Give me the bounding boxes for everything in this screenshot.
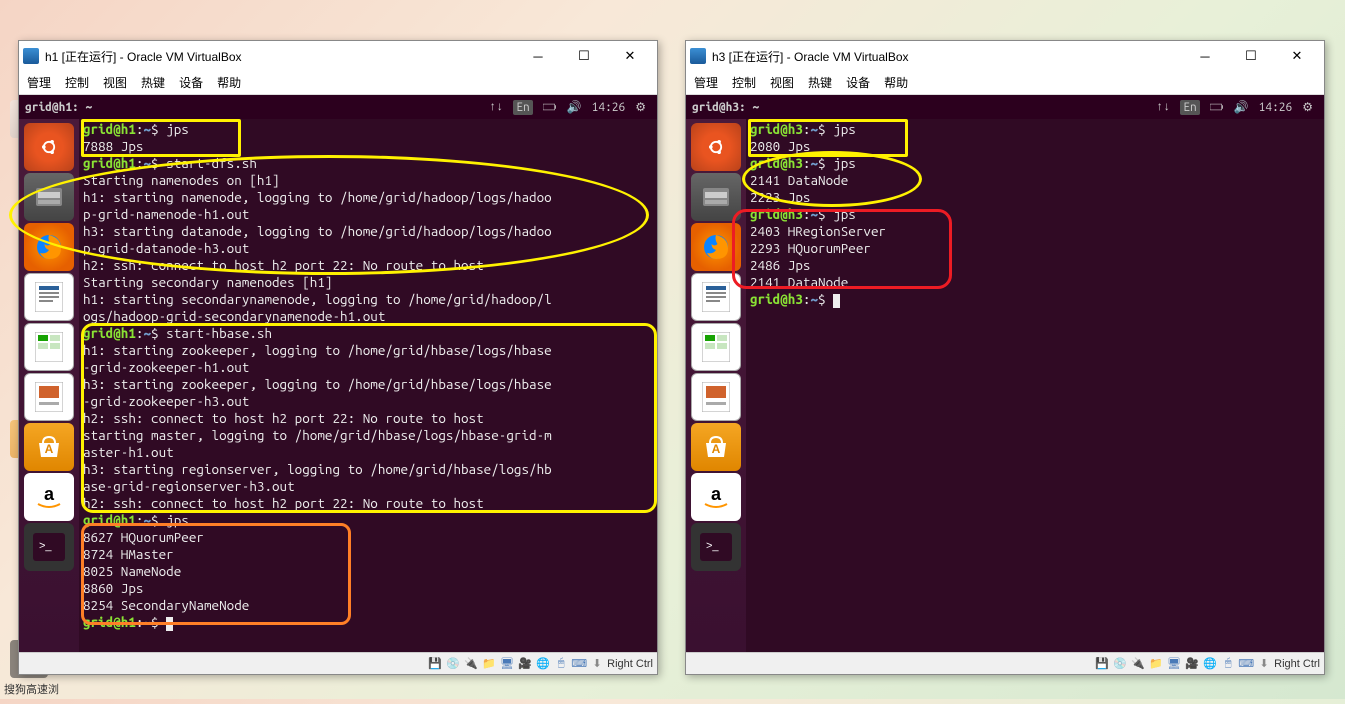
svg-text:>_: >_ xyxy=(39,540,52,552)
status-mouse-icon[interactable]: 🖱 xyxy=(553,656,569,672)
minimize-button[interactable]: ─ xyxy=(1182,42,1228,70)
gear-icon[interactable]: ⚙ xyxy=(1302,100,1313,114)
status-shared-icon[interactable]: 📁 xyxy=(1148,656,1164,672)
host-key-label: Right Ctrl xyxy=(607,658,653,670)
lang-indicator[interactable]: En xyxy=(513,100,532,115)
software-center-button[interactable]: A xyxy=(691,423,741,471)
writer-button[interactable] xyxy=(691,273,741,321)
window-title: h3 [正在运行] - Oracle VM VirtualBox xyxy=(712,48,1182,65)
status-cd-icon[interactable]: 💿 xyxy=(1112,656,1128,672)
host-key-label: Right Ctrl xyxy=(1274,658,1320,670)
svg-text:a: a xyxy=(44,484,55,504)
svg-text:a: a xyxy=(711,484,722,504)
vbox-icon xyxy=(690,48,706,64)
status-key-icon[interactable]: ⌨ xyxy=(1238,656,1254,672)
close-button[interactable]: ✕ xyxy=(607,42,653,70)
status-display-icon[interactable]: 🖥 xyxy=(499,656,515,672)
writer-button[interactable] xyxy=(24,273,74,321)
svg-text:>_: >_ xyxy=(706,540,719,552)
vm-window-h3: h3 [正在运行] - Oracle VM VirtualBox ─ ☐ ✕ 管… xyxy=(685,40,1325,675)
dash-button[interactable] xyxy=(24,123,74,171)
status-usb-icon[interactable]: 🔌 xyxy=(463,656,479,672)
menu-view[interactable]: 视图 xyxy=(770,74,794,91)
menu-control[interactable]: 控制 xyxy=(65,74,89,91)
files-button[interactable] xyxy=(691,173,741,221)
maximize-button[interactable]: ☐ xyxy=(561,42,607,70)
lang-indicator[interactable]: En xyxy=(1180,100,1199,115)
status-disk-icon[interactable]: 💾 xyxy=(1094,656,1110,672)
impress-button[interactable] xyxy=(24,373,74,421)
network-icon[interactable]: ↑↓ xyxy=(1156,100,1170,114)
terminal-h3[interactable]: grid@h3:~$ jps 2080 Jps grid@h3:~$ jps 2… xyxy=(746,119,1324,652)
status-key-icon[interactable]: ⌨ xyxy=(571,656,587,672)
terminal-button[interactable]: >_ xyxy=(691,523,741,571)
ubuntu-title: grid@h3: ~ xyxy=(692,101,1151,114)
menu-control[interactable]: 控制 xyxy=(732,74,756,91)
menu-manage[interactable]: 管理 xyxy=(27,74,51,91)
vm-menubar-h1: 管理 控制 视图 热键 设备 帮助 xyxy=(19,71,657,95)
clock[interactable]: 14:26 xyxy=(1259,101,1293,114)
vm-content-h1: grid@h1: ~ ↑↓ En 🔊 14:26 ⚙ A a >_ grid@h… xyxy=(19,95,657,652)
status-arrow-icon[interactable]: ⬇ xyxy=(589,656,605,672)
status-arrow-icon[interactable]: ⬇ xyxy=(1256,656,1272,672)
status-shared-icon[interactable]: 📁 xyxy=(481,656,497,672)
terminal-button[interactable]: >_ xyxy=(24,523,74,571)
ubuntu-topbar-h3[interactable]: grid@h3: ~ ↑↓ En 🔊 14:26 ⚙ xyxy=(686,95,1324,119)
battery-icon[interactable] xyxy=(1210,100,1224,114)
vm-statusbar-h3: 💾 💿 🔌 📁 🖥 🎥 🌐 🖱 ⌨ ⬇ Right Ctrl xyxy=(686,652,1324,674)
menu-hotkeys[interactable]: 热键 xyxy=(808,74,832,91)
menu-devices[interactable]: 设备 xyxy=(179,74,203,91)
gear-icon[interactable]: ⚙ xyxy=(635,100,646,114)
unity-launcher-h1: A a >_ xyxy=(19,119,79,652)
menu-view[interactable]: 视图 xyxy=(103,74,127,91)
menu-devices[interactable]: 设备 xyxy=(846,74,870,91)
menu-manage[interactable]: 管理 xyxy=(694,74,718,91)
battery-icon[interactable] xyxy=(543,100,557,114)
status-record-icon[interactable]: 🎥 xyxy=(517,656,533,672)
status-record-icon[interactable]: 🎥 xyxy=(1184,656,1200,672)
network-icon[interactable]: ↑↓ xyxy=(489,100,503,114)
volume-icon[interactable]: 🔊 xyxy=(1234,100,1249,114)
status-usb-icon[interactable]: 🔌 xyxy=(1130,656,1146,672)
vm-window-h1: h1 [正在运行] - Oracle VM VirtualBox ─ ☐ ✕ 管… xyxy=(18,40,658,675)
menu-hotkeys[interactable]: 热键 xyxy=(141,74,165,91)
ubuntu-title: grid@h1: ~ xyxy=(25,101,484,114)
terminal-h1[interactable]: grid@h1:~$ jps 7888 Jps grid@h1:~$ start… xyxy=(79,119,657,652)
host-taskbar-app[interactable]: 搜狗高速浏 xyxy=(4,681,59,697)
menu-help[interactable]: 帮助 xyxy=(217,74,241,91)
firefox-button[interactable] xyxy=(24,223,74,271)
calc-button[interactable] xyxy=(24,323,74,371)
status-display-icon[interactable]: 🖥 xyxy=(1166,656,1182,672)
menu-help[interactable]: 帮助 xyxy=(884,74,908,91)
svg-text:A: A xyxy=(712,442,721,456)
minimize-button[interactable]: ─ xyxy=(515,42,561,70)
firefox-button[interactable] xyxy=(691,223,741,271)
status-network-icon[interactable]: 🌐 xyxy=(1202,656,1218,672)
status-mouse-icon[interactable]: 🖱 xyxy=(1220,656,1236,672)
calc-button[interactable] xyxy=(691,323,741,371)
titlebar-h1[interactable]: h1 [正在运行] - Oracle VM VirtualBox ─ ☐ ✕ xyxy=(19,41,657,71)
status-disk-icon[interactable]: 💾 xyxy=(427,656,443,672)
files-button[interactable] xyxy=(24,173,74,221)
volume-icon[interactable]: 🔊 xyxy=(567,100,582,114)
dash-button[interactable] xyxy=(691,123,741,171)
ubuntu-topbar-h1[interactable]: grid@h1: ~ ↑↓ En 🔊 14:26 ⚙ xyxy=(19,95,657,119)
close-button[interactable]: ✕ xyxy=(1274,42,1320,70)
window-title: h1 [正在运行] - Oracle VM VirtualBox xyxy=(45,48,515,65)
clock[interactable]: 14:26 xyxy=(592,101,626,114)
software-center-button[interactable]: A xyxy=(24,423,74,471)
vm-content-h3: grid@h3: ~ ↑↓ En 🔊 14:26 ⚙ A a >_ grid@h… xyxy=(686,95,1324,652)
unity-launcher-h3: A a >_ xyxy=(686,119,746,652)
impress-button[interactable] xyxy=(691,373,741,421)
amazon-button[interactable]: a xyxy=(24,473,74,521)
status-cd-icon[interactable]: 💿 xyxy=(445,656,461,672)
vm-menubar-h3: 管理 控制 视图 热键 设备 帮助 xyxy=(686,71,1324,95)
titlebar-h3[interactable]: h3 [正在运行] - Oracle VM VirtualBox ─ ☐ ✕ xyxy=(686,41,1324,71)
amazon-button[interactable]: a xyxy=(691,473,741,521)
status-network-icon[interactable]: 🌐 xyxy=(535,656,551,672)
svg-text:A: A xyxy=(45,442,54,456)
maximize-button[interactable]: ☐ xyxy=(1228,42,1274,70)
vm-statusbar-h1: 💾 💿 🔌 📁 🖥 🎥 🌐 🖱 ⌨ ⬇ Right Ctrl xyxy=(19,652,657,674)
vbox-icon xyxy=(23,48,39,64)
